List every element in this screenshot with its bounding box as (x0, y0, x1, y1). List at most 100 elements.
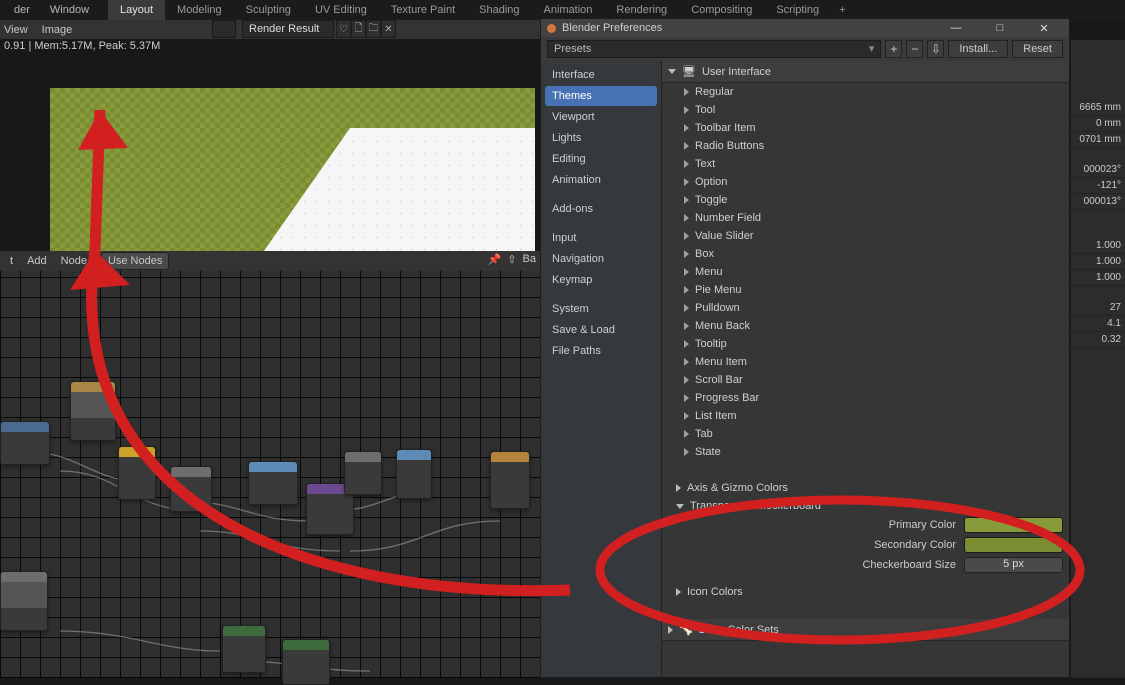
node-menu-node[interactable]: Node (61, 255, 87, 267)
node-group-2[interactable] (282, 639, 330, 685)
item-pie-menu[interactable]: Pie Menu (662, 281, 1069, 299)
img-menu-view[interactable]: View (4, 24, 28, 36)
tab-rendering[interactable]: Rendering (604, 0, 679, 20)
workspace-tabs[interactable]: Layout Modeling Sculpting UV Editing Tex… (108, 0, 854, 20)
item-menu[interactable]: Menu (662, 263, 1069, 281)
sidebar-item-keymap[interactable]: Keymap (545, 270, 657, 290)
section-bone-color-sets[interactable]: 🦴 Bone Color Sets (662, 619, 1069, 641)
window-close-button[interactable]: ✕ (1025, 20, 1063, 36)
item-list-item[interactable]: List Item (662, 407, 1069, 425)
sidebar-item-interface[interactable]: Interface (545, 65, 657, 85)
reset-button[interactable]: Reset (1012, 40, 1063, 58)
open-image-icon[interactable]: 🗀 (366, 20, 381, 38)
sidebar-item-saveload[interactable]: Save & Load (545, 320, 657, 340)
tab-modeling[interactable]: Modeling (165, 0, 234, 20)
backdrop-label[interactable]: Ba (523, 253, 536, 266)
sidebar-item-addons[interactable]: Add-ons (545, 199, 657, 219)
window-maximize-button[interactable]: □ (981, 20, 1019, 36)
section-transparent-checkerboard[interactable]: Transparent Checkerboard (662, 497, 1069, 515)
preferences-main[interactable]: 🖥 User Interface Regular Tool Toolbar It… (661, 61, 1069, 677)
image-selector-icon[interactable] (212, 20, 236, 38)
properties-panel[interactable]: 6665 mm 0 mm 0701 mm 000023° -121° 00001… (1070, 40, 1125, 678)
node-image-1[interactable] (70, 381, 116, 441)
item-state[interactable]: State (662, 443, 1069, 461)
prop-rot-x[interactable]: 000023° (1071, 162, 1125, 178)
node-filter-1[interactable] (170, 466, 212, 512)
node-group-1[interactable] (222, 625, 266, 673)
node-menu-add[interactable]: Add (27, 255, 47, 267)
prop-dim-x[interactable]: 6665 mm (1071, 100, 1125, 116)
prop-misc-3[interactable]: 0.32 (1071, 332, 1125, 348)
prop-misc-2[interactable]: 4.1 (1071, 316, 1125, 332)
item-tooltip[interactable]: Tooltip (662, 335, 1069, 353)
checker-size-field[interactable]: 5 px (964, 557, 1063, 573)
tab-scripting[interactable]: Scripting (764, 0, 831, 20)
node-menu-select[interactable]: t (10, 255, 13, 267)
unlink-image-icon[interactable]: ✕ (381, 20, 396, 38)
prop-dim-z[interactable]: 0701 mm (1071, 132, 1125, 148)
tab-compositing[interactable]: Compositing (679, 0, 764, 20)
preset-add-button[interactable]: + (885, 40, 902, 58)
section-user-interface[interactable]: 🖥 User Interface (662, 61, 1069, 83)
presets-dropdown[interactable]: Presets (547, 40, 881, 58)
sidebar-item-navigation[interactable]: Navigation (545, 249, 657, 269)
prop-rot-z[interactable]: 000013° (1071, 194, 1125, 210)
item-menu-item[interactable]: Menu Item (662, 353, 1069, 371)
sidebar-item-lights[interactable]: Lights (545, 128, 657, 148)
install-button[interactable]: Install... (948, 40, 1008, 58)
menu-window[interactable]: Window (40, 0, 99, 20)
sidebar-item-input[interactable]: Input (545, 228, 657, 248)
item-toolbar-item[interactable]: Toolbar Item (662, 119, 1069, 137)
node-converter-1[interactable] (248, 461, 298, 505)
preferences-titlebar[interactable]: Blender Preferences — □ ✕ (541, 19, 1069, 37)
tab-shading[interactable]: Shading (467, 0, 531, 20)
node-editor[interactable]: t Add Node Use Nodes 📌 ⇧ Ba (0, 251, 540, 678)
item-text[interactable]: Text (662, 155, 1069, 173)
tab-animation[interactable]: Animation (532, 0, 605, 20)
secondary-color-swatch[interactable] (964, 537, 1063, 553)
pin-icon[interactable]: 📌 (488, 253, 502, 266)
use-nodes-toggle[interactable]: Use Nodes (101, 252, 169, 270)
tab-texture-paint[interactable]: Texture Paint (379, 0, 467, 20)
item-pulldown[interactable]: Pulldown (662, 299, 1069, 317)
prop-rot-y[interactable]: -121° (1071, 178, 1125, 194)
parent-icon[interactable]: ⇧ (507, 253, 516, 266)
item-progress-bar[interactable]: Progress Bar (662, 389, 1069, 407)
item-tab[interactable]: Tab (662, 425, 1069, 443)
render-preview[interactable] (50, 88, 535, 251)
prop-dim-y[interactable]: 0 mm (1071, 116, 1125, 132)
prop-misc-1[interactable]: 27 (1071, 300, 1125, 316)
prop-scale-y[interactable]: 1.000 (1071, 254, 1125, 270)
node-color-1[interactable] (118, 446, 156, 500)
window-minimize-button[interactable]: — (937, 20, 975, 36)
fake-user-icon[interactable]: ♡ (336, 20, 351, 38)
node-mix-1[interactable] (0, 421, 50, 465)
prop-scale-z[interactable]: 1.000 (1071, 270, 1125, 286)
item-box[interactable]: Box (662, 245, 1069, 263)
import-icon[interactable]: ⇩ (927, 40, 944, 58)
sidebar-item-themes[interactable]: Themes (545, 86, 657, 106)
img-menu-image[interactable]: Image (42, 24, 73, 36)
item-value-slider[interactable]: Value Slider (662, 227, 1069, 245)
item-toggle[interactable]: Toggle (662, 191, 1069, 209)
preferences-sidebar[interactable]: Interface Themes Viewport Lights Editing… (541, 61, 661, 677)
node-image-2[interactable] (0, 571, 48, 631)
node-converter-2[interactable] (396, 449, 432, 499)
node-output-1[interactable] (490, 451, 530, 509)
prop-scale-x[interactable]: 1.000 (1071, 238, 1125, 254)
image-name-dropdown[interactable]: Render Result (242, 20, 334, 38)
item-regular[interactable]: Regular (662, 83, 1069, 101)
item-option[interactable]: Option (662, 173, 1069, 191)
tab-layout[interactable]: Layout (108, 0, 165, 20)
section-icon-colors[interactable]: Icon Colors (662, 583, 1069, 601)
new-image-icon[interactable]: 🗋 (351, 20, 366, 38)
add-workspace-button[interactable]: + (831, 0, 853, 20)
sidebar-item-editing[interactable]: Editing (545, 149, 657, 169)
section-axis-gizmo-colors[interactable]: Axis & Gizmo Colors (662, 479, 1069, 497)
menu-file[interactable]: der (4, 0, 40, 20)
sidebar-item-animation[interactable]: Animation (545, 170, 657, 190)
item-scroll-bar[interactable]: Scroll Bar (662, 371, 1069, 389)
tab-sculpting[interactable]: Sculpting (234, 0, 303, 20)
sidebar-item-filepaths[interactable]: File Paths (545, 341, 657, 361)
item-menu-back[interactable]: Menu Back (662, 317, 1069, 335)
